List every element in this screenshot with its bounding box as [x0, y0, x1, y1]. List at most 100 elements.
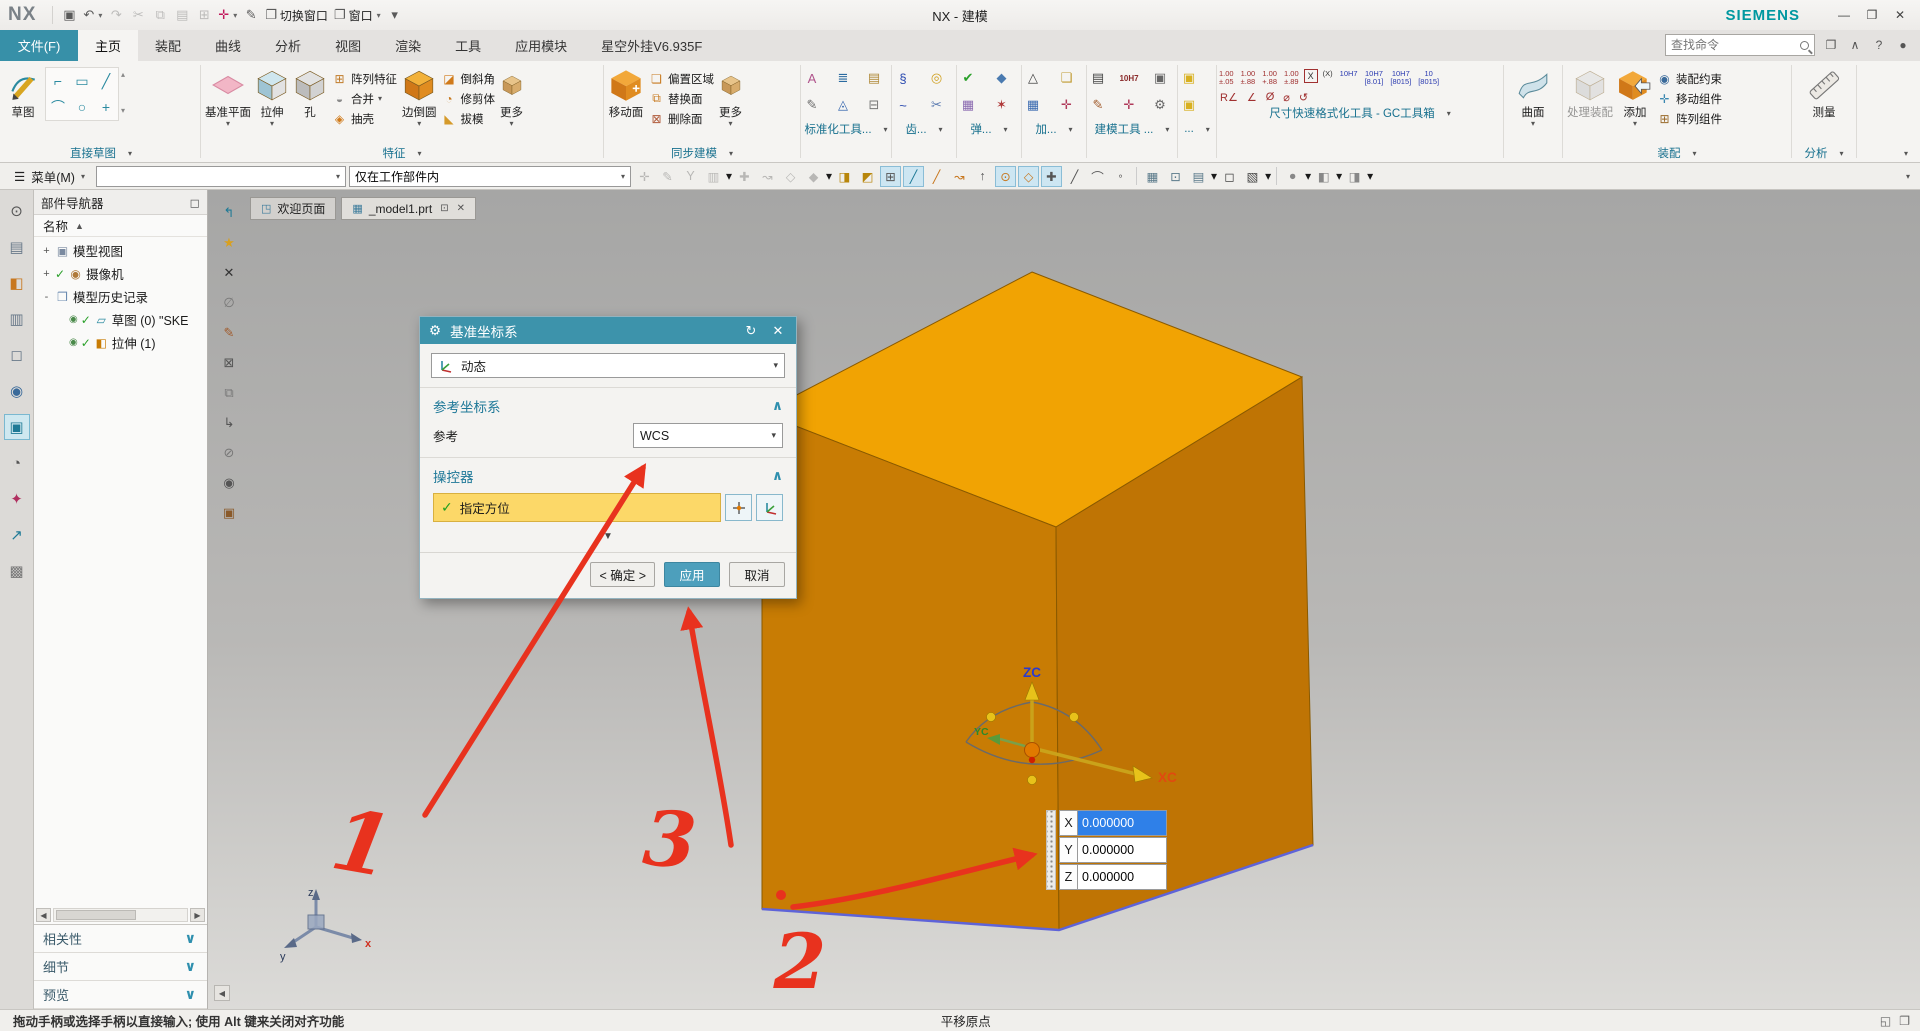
spotlight-icon[interactable]: ⊙	[4, 198, 30, 224]
section-相关性[interactable]: 相关性 ∨	[34, 925, 207, 953]
check-icon[interactable]: ✓	[81, 313, 91, 327]
close-icon[interactable]: ✕	[218, 262, 240, 284]
history-icon[interactable]: ◔	[4, 450, 30, 476]
cluster-icon[interactable]: ✔	[957, 67, 979, 89]
drag-handle[interactable]	[1046, 810, 1056, 890]
dim-tolerance-icon[interactable]: 1.00 ±.88	[1239, 69, 1258, 87]
sketch-button[interactable]: 草图	[6, 64, 40, 120]
tab-工具[interactable]: 工具	[438, 30, 498, 61]
tab-主页[interactable]: 主页	[78, 30, 139, 61]
sketch-tool-icon-2[interactable]: ╱	[94, 68, 118, 94]
cluster-icon[interactable]: 10H7	[1118, 67, 1140, 89]
favorites-icon[interactable]: ★	[218, 232, 240, 254]
sketch-scroll-arrows[interactable]: ▴ ▾	[119, 64, 127, 121]
tab-曲线[interactable]: 曲线	[198, 30, 258, 61]
tab-视图[interactable]: 视图	[318, 30, 378, 61]
cluster-icon[interactable]: §	[892, 67, 914, 89]
viewport-tab-_model1.prt[interactable]: ▦ _model1.prt ⊡ ✕	[341, 197, 476, 220]
coordinate-input-Z[interactable]	[1077, 864, 1167, 890]
tab-星空外挂V6.935F[interactable]: 星空外挂V6.935F	[584, 30, 719, 61]
dim-leader-icon[interactable]: Ø	[1263, 91, 1278, 103]
dim-fit-icon[interactable]: 10H7	[1338, 69, 1360, 79]
dialog-reset-icon[interactable]: ↻	[742, 323, 760, 339]
back-arrow-icon[interactable]: ↰	[218, 202, 240, 224]
visibility-dot-icon[interactable]: ◉	[69, 314, 78, 325]
ribbon-item-抽壳[interactable]: ◈ 抽壳	[332, 110, 397, 127]
brush-icon[interactable]: ✎	[241, 4, 261, 26]
ribbon-item-修剪体[interactable]: ◔ 修剪体	[442, 90, 495, 107]
ribbon-item-装配约束[interactable]: ◉ 装配约束	[1657, 70, 1722, 87]
cluster-icon[interactable]: ✶	[991, 94, 1013, 116]
no-entry-icon[interactable]: ⊘	[218, 442, 240, 464]
navigator-h-scrollbar[interactable]: ◀ ▶	[36, 907, 205, 923]
assembly-navigator-icon[interactable]: ▤	[4, 234, 30, 260]
tree-row[interactable]: - ❒ 模型历史记录	[34, 285, 207, 308]
visibility-dot-icon[interactable]: ◉	[69, 337, 78, 348]
ribbon-item-替换面[interactable]: ⧉ 替换面	[649, 90, 714, 107]
qat-overflow-icon[interactable]: ▾	[385, 4, 405, 26]
dim-paren-x-icon[interactable]: (X)	[1321, 69, 1335, 79]
surface-button[interactable]: 曲面 ▾	[1516, 64, 1550, 128]
point-dialog-button[interactable]	[725, 494, 752, 521]
scroll-up-icon[interactable]: ▴	[121, 70, 125, 79]
dim-boxed-x-icon[interactable]: X	[1303, 69, 1318, 83]
minimize-button[interactable]: —	[1830, 4, 1858, 26]
feature-button-孔[interactable]: 孔	[293, 64, 327, 128]
dim-tolerance-icon[interactable]: 1.00 +.88	[1260, 69, 1279, 87]
scroll-left-icon[interactable]: ◀	[36, 908, 51, 922]
scrollbar-thumb[interactable]	[56, 910, 136, 920]
dialog-close-icon[interactable]: ✕	[769, 323, 787, 339]
search-input[interactable]	[1671, 38, 1796, 52]
measure-button[interactable]: 测量	[1806, 64, 1842, 120]
expand-work-area-icon[interactable]: ❐	[1899, 1014, 1910, 1028]
section-细节[interactable]: 细节 ∨	[34, 953, 207, 981]
ribbon-item-拔模[interactable]: ◣ 拔模	[442, 110, 496, 127]
clip-icon[interactable]: ◱	[1880, 1014, 1891, 1028]
graphics-viewport[interactable]: ZC XC YC z x y ◳ 欢迎页面 ▦ _model1.prt ⊡ ✕ …	[208, 190, 1920, 1009]
ribbon-item-阵列特征[interactable]: ⊞ 阵列特征	[332, 70, 397, 87]
check-icon[interactable]: ✓	[81, 336, 91, 350]
tree-row[interactable]: ◉ ✓ ◧ 拉伸 (1)	[34, 331, 207, 354]
cluster-icon[interactable]: ✎	[1087, 94, 1109, 116]
sketch-tool-icon-1[interactable]: ▭	[70, 68, 94, 94]
cluster-icon[interactable]: ✛	[1056, 94, 1078, 116]
tree-row[interactable]: + ✓ ◉ 摄像机	[34, 262, 207, 285]
cluster-icon[interactable]: ▤	[1087, 67, 1109, 89]
wcs-orient-icon[interactable]: ✛ ▾	[216, 4, 239, 26]
dim-leader-icon[interactable]: R∠	[1217, 91, 1241, 104]
tree-expander[interactable]: +	[41, 245, 52, 257]
ribbon-overflow-icon[interactable]: ▾	[1904, 149, 1908, 158]
cluster-icon[interactable]: ✂	[926, 94, 948, 116]
tab-pin-icon[interactable]: ⊡	[440, 203, 448, 214]
file-menu-button[interactable]: 文件(F)	[0, 30, 78, 61]
sketch-tool-icon-0[interactable]: ⌐	[46, 68, 70, 94]
tab-分析[interactable]: 分析	[258, 30, 318, 61]
dim-leader-icon[interactable]: ↺	[1296, 91, 1311, 104]
fullscreen-icon[interactable]: ❐	[1822, 36, 1840, 54]
cluster-icon[interactable]: ▣	[1178, 67, 1200, 89]
dim-fit-icon[interactable]: 10H7 [8015]	[1388, 69, 1413, 87]
dim-leader-icon[interactable]: ∠	[1244, 91, 1260, 104]
tab-装配[interactable]: 装配	[138, 30, 198, 61]
viewport-corner-button[interactable]: ◀	[214, 985, 230, 1001]
dim-tolerance-icon[interactable]: 1.00 ±.89	[1282, 69, 1301, 87]
presence-icon[interactable]: ●	[1894, 36, 1912, 54]
cluster-icon[interactable]: ▣	[1149, 67, 1171, 89]
cluster-icon[interactable]: ◬	[832, 94, 854, 116]
scroll-right-icon[interactable]: ▶	[190, 908, 205, 922]
sketch-tool-icon-4[interactable]: ○	[70, 94, 94, 120]
maximize-button[interactable]: ❐	[1858, 4, 1886, 26]
cluster-icon[interactable]: ◆	[991, 67, 1013, 89]
feature-button-基准平面[interactable]: 基准平面 ▾	[205, 64, 251, 128]
ribbon-item-合并[interactable]: ◒ 合并 ▾	[332, 90, 397, 107]
tree-expander[interactable]: +	[41, 268, 52, 280]
group-label[interactable]: 弹... ▾	[957, 120, 1021, 138]
group-label[interactable]: 建模工具 ... ▾	[1087, 120, 1177, 138]
section-预览[interactable]: 预览 ∨	[34, 981, 207, 1009]
coordinate-input-Y[interactable]	[1077, 837, 1167, 863]
ribbon-item-偏置区域[interactable]: ❏ 偏置区域	[649, 70, 714, 87]
group-label[interactable]: 齿... ▾	[892, 120, 956, 138]
edit-icon[interactable]: ✎	[218, 322, 240, 344]
edge-blend-button[interactable]: 边倒圆 ▾	[402, 64, 437, 128]
ribbon-item-删除面[interactable]: ⊠ 删除面	[649, 110, 714, 127]
